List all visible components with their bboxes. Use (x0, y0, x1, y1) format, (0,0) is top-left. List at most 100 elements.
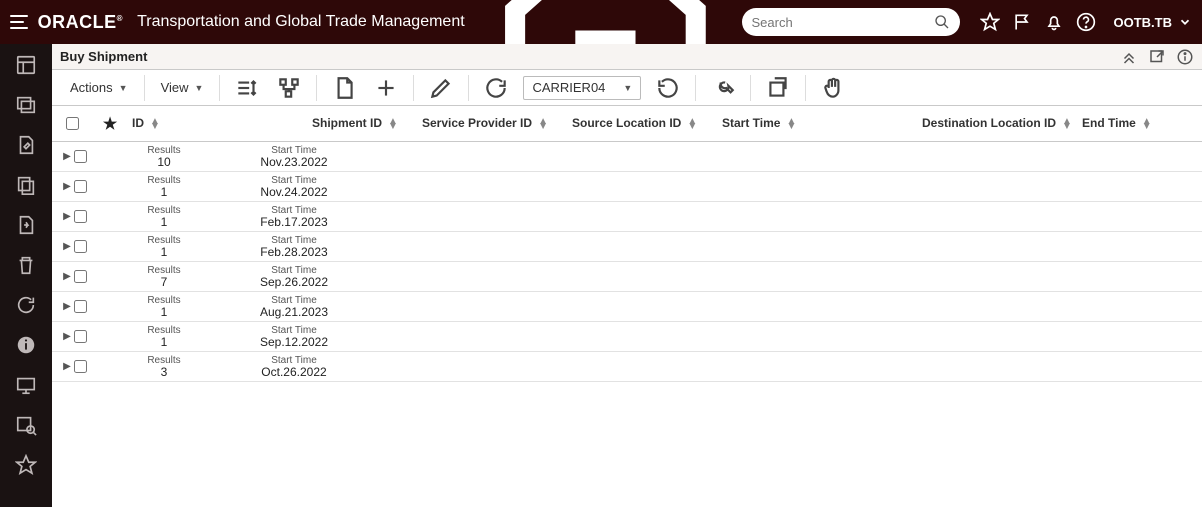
row-start-time-value: Oct.26.2022 (224, 366, 364, 379)
row-start-time-value: Nov.23.2022 (224, 156, 364, 169)
row-checkbox[interactable] (74, 360, 87, 373)
row-checkbox[interactable] (74, 150, 87, 163)
rail-export-icon[interactable] (15, 214, 37, 236)
expand-toggle-icon[interactable]: ▶ (52, 211, 74, 222)
row-start-time-value: Feb.17.2023 (224, 216, 364, 229)
expand-toggle-icon[interactable]: ▶ (52, 241, 74, 252)
tree-icon[interactable] (276, 75, 302, 101)
rail-query-icon[interactable] (15, 414, 37, 436)
rail-dashboard-icon[interactable] (15, 54, 37, 76)
carrier-select[interactable]: CARRIER04 ▼ (523, 76, 641, 100)
expand-toggle-icon[interactable]: ▶ (52, 301, 74, 312)
toolbar-divider (695, 75, 696, 101)
column-label: Destination Location ID (922, 117, 1056, 130)
column-destination-location-id[interactable]: Destination Location ID ▲▼ (918, 117, 1078, 130)
row-checkbox-cell (74, 330, 104, 343)
add-icon[interactable] (373, 75, 399, 101)
expand-toggle-icon[interactable]: ▶ (52, 331, 74, 342)
favorite-column-header[interactable]: ★ (92, 114, 128, 134)
wrench-icon[interactable] (710, 75, 736, 101)
row-checkbox[interactable] (74, 300, 87, 313)
favorite-star-icon[interactable] (980, 12, 1000, 32)
rail-doc-edit-icon[interactable] (15, 134, 37, 156)
row-start-time-cell: Start TimeSep.26.2022 (224, 265, 364, 289)
reload-icon[interactable] (655, 75, 681, 101)
table-row[interactable]: ▶Results1Start TimeFeb.28.2023 (52, 232, 1202, 262)
info-icon[interactable] (1176, 48, 1194, 66)
table-row[interactable]: ▶Results1Start TimeFeb.17.2023 (52, 202, 1202, 232)
row-start-time-label: Start Time (224, 175, 364, 186)
row-results-value: 3 (104, 366, 224, 379)
table-row[interactable]: ▶Results1Start TimeNov.24.2022 (52, 172, 1202, 202)
top-icon-group (980, 12, 1096, 32)
row-results-cell: Results3 (104, 355, 224, 379)
rail-monitor-icon[interactable] (15, 374, 37, 396)
collapse-icon[interactable] (1120, 48, 1138, 66)
expand-toggle-icon[interactable]: ▶ (52, 181, 74, 192)
expand-toggle-icon[interactable]: ▶ (52, 271, 74, 282)
row-results-value: 1 (104, 306, 224, 319)
table-header-row: ★ ID ▲▼ Shipment ID ▲▼ Service Provider … (52, 106, 1202, 142)
row-start-time-value: Aug.21.2023 (224, 306, 364, 319)
expand-toggle-icon[interactable]: ▶ (52, 361, 74, 372)
column-end-time[interactable]: End Time ▲▼ (1078, 117, 1198, 130)
row-checkbox[interactable] (74, 240, 87, 253)
rail-refresh-icon[interactable] (15, 294, 37, 316)
row-checkbox[interactable] (74, 180, 87, 193)
help-icon[interactable] (1076, 12, 1096, 32)
new-doc-icon[interactable] (331, 75, 357, 101)
rail-layers-icon[interactable] (15, 94, 37, 116)
rail-star-icon[interactable] (15, 454, 37, 476)
popout-icon[interactable] (1148, 48, 1166, 66)
rail-trash-icon[interactable] (15, 254, 37, 276)
refresh-icon[interactable] (483, 75, 509, 101)
flag-icon[interactable] (1012, 12, 1032, 32)
left-nav-rail (0, 44, 52, 507)
rail-copy-icon[interactable] (15, 174, 37, 196)
caret-down-icon: ▼ (623, 83, 632, 93)
row-start-time-label: Start Time (224, 265, 364, 276)
detach-icon[interactable] (765, 75, 791, 101)
column-label: End Time (1082, 117, 1136, 130)
app-title: Transportation and Global Trade Manageme… (137, 13, 465, 31)
table-row[interactable]: ▶Results1Start TimeAug.21.2023 (52, 292, 1202, 322)
column-service-provider-id[interactable]: Service Provider ID ▲▼ (418, 117, 568, 130)
main-content: Buy Shipment Actions ▼ View ▼ CARRIER04 … (52, 44, 1202, 507)
row-checkbox[interactable] (74, 330, 87, 343)
toolbar-divider (750, 75, 751, 101)
expand-toggle-icon[interactable]: ▶ (52, 151, 74, 162)
row-checkbox[interactable] (74, 270, 87, 283)
row-start-time-label: Start Time (224, 295, 364, 306)
column-label: Shipment ID (312, 117, 382, 130)
actions-menu[interactable]: Actions ▼ (60, 76, 138, 99)
format-columns-icon[interactable] (234, 75, 260, 101)
search-input[interactable] (752, 15, 928, 30)
global-search[interactable] (742, 8, 960, 36)
column-shipment-id[interactable]: Shipment ID ▲▼ (308, 117, 418, 130)
column-start-time[interactable]: Start Time ▲▼ (718, 117, 918, 130)
table-row[interactable]: ▶Results3Start TimeOct.26.2022 (52, 352, 1202, 382)
select-all-checkbox[interactable] (66, 117, 79, 130)
results-toolbar: Actions ▼ View ▼ CARRIER04 ▼ (52, 70, 1202, 106)
search-icon[interactable] (934, 14, 950, 30)
user-menu[interactable]: OOTB.TB (1114, 15, 1193, 30)
bell-icon[interactable] (1044, 12, 1064, 32)
table-row[interactable]: ▶Results10Start TimeNov.23.2022 (52, 142, 1202, 172)
column-id[interactable]: ID ▲▼ (128, 117, 308, 130)
row-start-time-cell: Start TimeAug.21.2023 (224, 295, 364, 319)
toolbar-divider (805, 75, 806, 101)
toolbar-divider (413, 75, 414, 101)
table-row[interactable]: ▶Results7Start TimeSep.26.2022 (52, 262, 1202, 292)
results-table-body: ▶Results10Start TimeNov.23.2022▶Results1… (52, 142, 1202, 507)
row-results-cell: Results1 (104, 205, 224, 229)
row-results-label: Results (104, 175, 224, 186)
row-checkbox[interactable] (74, 210, 87, 223)
menu-hamburger-button[interactable] (10, 11, 28, 33)
view-menu[interactable]: View ▼ (151, 76, 214, 99)
column-source-location-id[interactable]: Source Location ID ▲▼ (568, 117, 718, 130)
star-filled-icon: ★ (103, 114, 117, 134)
rail-info-icon[interactable] (15, 334, 37, 356)
edit-pencil-icon[interactable] (428, 75, 454, 101)
table-row[interactable]: ▶Results1Start TimeSep.12.2022 (52, 322, 1202, 352)
hand-pan-icon[interactable] (820, 75, 846, 101)
